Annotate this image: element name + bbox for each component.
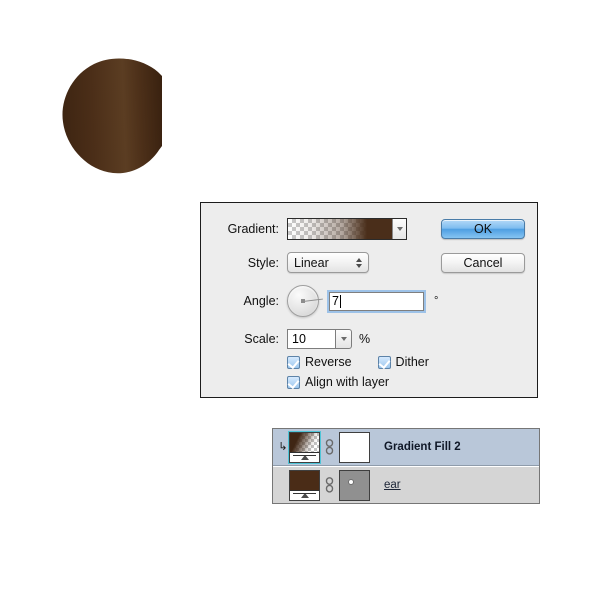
style-selected-value: Linear (294, 255, 329, 270)
ear-shape-svg (62, 58, 162, 174)
dither-label: Dither (395, 355, 429, 369)
text-caret (339, 294, 341, 308)
layer-mask-white-thumbnail[interactable] (339, 431, 370, 463)
stepper-up-icon (356, 257, 362, 262)
link-icon[interactable] (323, 477, 336, 493)
checkbox-row-2: Align with layer (287, 375, 389, 389)
scale-row: Scale: 10 % (215, 329, 370, 349)
align-with-layer-checkbox[interactable] (287, 375, 300, 389)
layer-row-gradient-fill-2[interactable]: ↳ Gradient Fill 2 (273, 429, 539, 466)
ear-shape-path (62, 58, 162, 174)
angle-input-value: 7 (332, 294, 339, 308)
style-select[interactable]: Linear (287, 252, 369, 273)
align-with-layer-checkbox-item[interactable]: Align with layer (287, 375, 389, 389)
scale-input-value: 10 (292, 332, 306, 346)
layer-name-gradient-fill-2: Gradient Fill 2 (384, 441, 461, 453)
gradient-preset-dropdown-button[interactable] (392, 219, 406, 239)
style-label: Style: (247, 255, 279, 270)
percent-unit-label: % (359, 332, 371, 346)
layers-panel: ↳ Gradient Fill 2 ear (272, 428, 540, 504)
layer-row-ear[interactable]: ear (273, 466, 539, 503)
angle-label: Angle: (243, 294, 279, 308)
scale-input[interactable]: 10 (287, 329, 335, 349)
gradient-row: Gradient: (215, 218, 407, 240)
vector-mask-dot-icon (348, 478, 354, 485)
angle-input[interactable]: 7 (327, 289, 426, 313)
chevron-down-icon (396, 227, 403, 231)
gradient-fill-dialog: Gradient: Style: Linear Angle: 7 ° Scale… (200, 202, 538, 398)
solid-brown-thumbnail[interactable] (289, 469, 320, 501)
gradient-label: Gradient: (227, 222, 279, 236)
layer-name-ear: ear (384, 479, 401, 491)
angle-dial-needle (302, 298, 323, 302)
ok-button[interactable]: OK (441, 219, 525, 239)
align-with-layer-label: Align with layer (305, 375, 390, 389)
reverse-checkbox[interactable] (287, 355, 300, 369)
degree-unit-label: ° (434, 295, 439, 307)
link-icon-svg (325, 477, 334, 493)
canvas-artwork-ear-shape (58, 54, 168, 174)
link-icon-svg (325, 439, 334, 455)
gradient-preview-swatch[interactable] (288, 219, 392, 239)
link-icon[interactable] (323, 439, 336, 455)
stepper-up-down-icon[interactable] (356, 257, 362, 268)
solid-brown-thumbnail-base (290, 489, 319, 500)
stepper-down-icon (356, 263, 362, 268)
gradient-stop-track (293, 454, 316, 456)
gradient-fill-thumbnail-base (290, 451, 319, 462)
gradient-fill-thumbnail[interactable] (288, 430, 321, 464)
angle-dial[interactable] (287, 285, 323, 317)
cancel-button[interactable]: Cancel (441, 253, 525, 273)
angle-dial-hub (301, 299, 305, 303)
angle-row: Angle: 7 ° (215, 285, 438, 317)
chevron-down-icon (340, 337, 347, 341)
gradient-stop-track (293, 492, 316, 494)
checkbox-row-1: Reverse Dither (287, 355, 429, 369)
reverse-label: Reverse (305, 355, 352, 369)
style-row: Style: Linear (215, 252, 369, 273)
dither-checkbox[interactable] (377, 355, 391, 369)
scale-combobox[interactable]: 10 (287, 329, 352, 349)
reverse-checkbox-item[interactable]: Reverse (287, 355, 352, 369)
vector-mask-gray-thumbnail[interactable] (339, 469, 370, 501)
clipping-mask-arrow-icon: ↳ (278, 440, 288, 453)
gradient-picker[interactable] (287, 218, 407, 240)
scale-label: Scale: (244, 332, 279, 346)
scale-dropdown-button[interactable] (335, 329, 352, 349)
dither-checkbox-item[interactable]: Dither (377, 355, 429, 369)
